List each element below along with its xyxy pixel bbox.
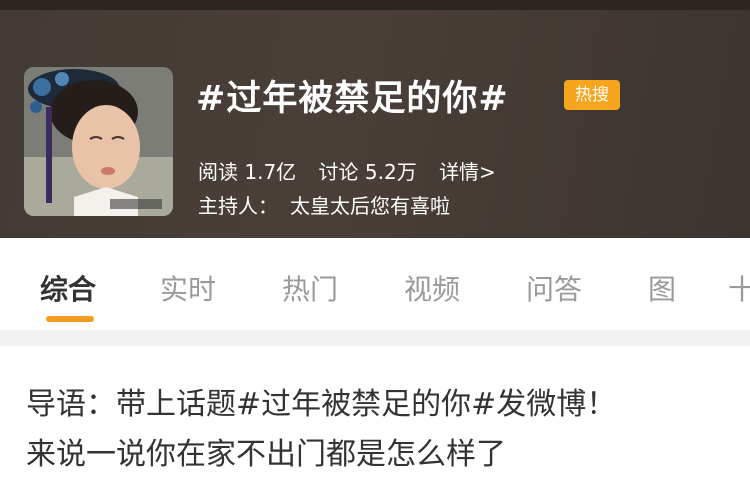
guide-line-1: 导语：带上话题#过年被禁足的你#发微博！ [26,387,617,422]
details-link[interactable]: 详情> [439,160,496,184]
tab-comprehensive[interactable]: 综合 [40,268,96,308]
read-count: 阅读 1.7亿 [198,160,297,184]
tab-qa[interactable]: 问答 [526,268,582,308]
discussion-count: 讨论 5.2万 [318,160,417,184]
topic-stats: 阅读 1.7亿 讨论 5.2万 详情> [198,156,512,185]
tab-images[interactable]: 图 [648,268,676,308]
avatar-portrait-image [24,67,173,216]
topic-guide: 导语：带上话题#过年被禁足的你#发微博！ 来说一说你在家不出门都是怎么样了 [26,380,746,480]
status-strip [0,0,750,10]
tab-realtime[interactable]: 实时 [160,268,216,308]
topic-title: #过年被禁足的你# [196,79,509,119]
host-name[interactable]: 太皇太后您有喜啦 [290,194,450,218]
guide-line-2: 来说一说你在家不出门都是怎么样了 [26,437,506,472]
tab-hot[interactable]: 热门 [282,268,338,308]
tab-bar: 综合 实时 热门 视频 问答 图 十 [0,238,750,330]
hot-badge: 热搜 [564,80,620,110]
section-divider [0,330,750,346]
topic-host: 主持人： 太皇太后您有喜啦 [198,190,450,219]
host-label: 主持人： [198,194,278,218]
topic-avatar[interactable] [24,67,173,216]
tab-more[interactable]: 十 [728,268,750,308]
tab-video[interactable]: 视频 [404,268,460,308]
topic-header: #过年被禁足的你# 热搜 阅读 1.7亿 讨论 5.2万 详情> 主持人： 太皇太… [0,0,750,238]
active-tab-indicator [46,316,94,322]
